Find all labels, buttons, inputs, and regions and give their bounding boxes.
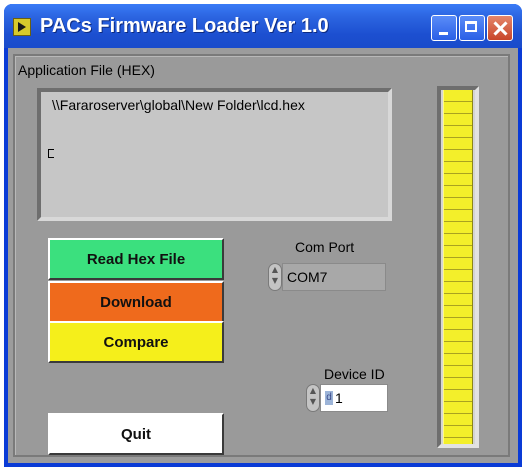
- application-file-path-field[interactable]: \\Fararoserver\global\New Folder\lcd.hex: [37, 88, 392, 221]
- download-button[interactable]: Download: [48, 281, 224, 323]
- com-port-field[interactable]: COM7: [282, 263, 386, 291]
- read-hex-file-button[interactable]: Read Hex File: [48, 238, 224, 280]
- progress-fill: [443, 90, 473, 444]
- maximize-icon[interactable]: [459, 15, 485, 41]
- title-bar[interactable]: PACs Firmware Loader Ver 1.0: [4, 4, 522, 48]
- device-id-field[interactable]: d 1: [320, 384, 388, 412]
- window-client-area: Application File (HEX) \\Fararoserver\gl…: [8, 48, 518, 463]
- com-port-value: COM7: [287, 269, 328, 285]
- front-panel: Application File (HEX) \\Fararoserver\gl…: [13, 54, 510, 457]
- compare-button[interactable]: Compare: [48, 321, 224, 363]
- device-id-spinner-icon[interactable]: ▲ ▼: [306, 384, 320, 412]
- text-cursor-icon: [48, 149, 54, 158]
- progress-meter: [437, 86, 479, 448]
- window-title: PACs Firmware Loader Ver 1.0: [40, 15, 329, 37]
- application-file-label: Application File (HEX): [18, 62, 155, 78]
- device-id-label: Device ID: [324, 366, 385, 382]
- minimize-icon[interactable]: [431, 15, 457, 41]
- app-icon[interactable]: [13, 18, 31, 36]
- device-id-value: 1: [335, 390, 343, 406]
- com-port-spinner-icon[interactable]: ▲ ▼: [268, 263, 282, 291]
- com-port-label: Com Port: [295, 239, 355, 255]
- quit-button[interactable]: Quit: [48, 413, 224, 455]
- close-icon[interactable]: [487, 15, 513, 41]
- application-file-path: \\Fararoserver\global\New Folder\lcd.hex: [52, 97, 305, 113]
- application-window: PACs Firmware Loader Ver 1.0 Application…: [4, 4, 522, 467]
- radix-indicator[interactable]: d: [325, 391, 333, 405]
